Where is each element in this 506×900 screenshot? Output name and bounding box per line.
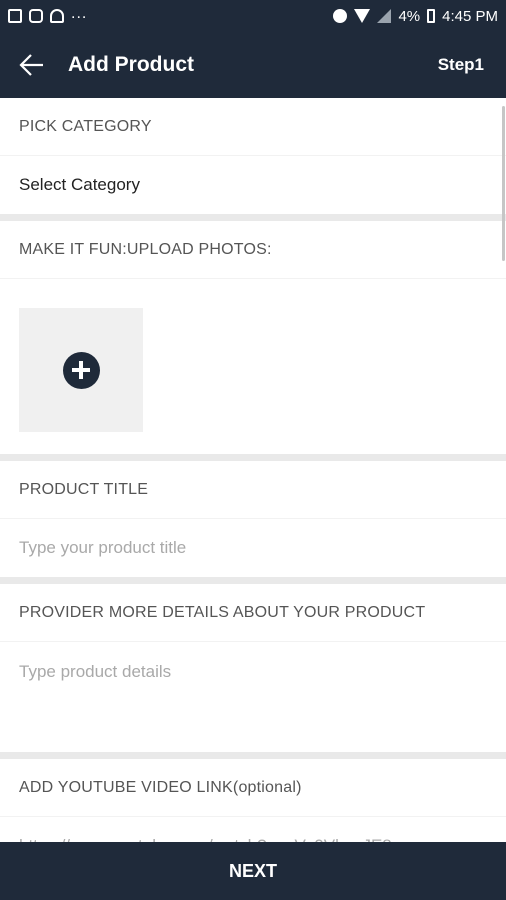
next-button[interactable]: NEXT <box>0 842 506 900</box>
page-title: Add Product <box>68 53 194 76</box>
section-divider <box>0 454 506 461</box>
details-section: PROVIDER MORE DETAILS ABOUT YOUR PRODUCT… <box>0 584 506 752</box>
photos-header: MAKE IT FUN:UPLOAD PHOTOS: <box>0 221 506 279</box>
battery-icon <box>427 9 436 23</box>
wifi-icon <box>354 9 371 23</box>
mail-icon <box>50 9 64 23</box>
category-select[interactable]: Select Category <box>0 156 506 214</box>
category-header: PICK CATEGORY <box>0 98 506 156</box>
photo-upload-area <box>0 279 506 454</box>
alarm-icon <box>333 9 348 23</box>
status-bar-left: ... <box>8 5 87 23</box>
form-scroll-area[interactable]: PICK CATEGORY Select Category MAKE IT FU… <box>0 98 506 842</box>
scrollbar[interactable] <box>502 106 505 261</box>
section-divider <box>0 214 506 221</box>
youtube-header: ADD YOUTUBE VIDEO LINK(optional) <box>0 759 506 817</box>
back-button[interactable] <box>0 32 62 98</box>
photos-section: MAKE IT FUN:UPLOAD PHOTOS: <box>0 221 506 454</box>
battery-percent: 4% <box>398 7 421 25</box>
status-bar: ... 4% 4:45 PM <box>0 0 506 32</box>
add-photo-button[interactable] <box>19 308 143 432</box>
step-indicator: Step1 <box>437 55 484 74</box>
product-details-input[interactable]: Type product details <box>0 642 506 752</box>
plus-circle-icon <box>62 351 100 389</box>
section-divider <box>0 577 506 584</box>
details-header: PROVIDER MORE DETAILS ABOUT YOUR PRODUCT <box>0 584 506 642</box>
status-bar-right: 4% 4:45 PM <box>333 8 498 25</box>
category-section: PICK CATEGORY Select Category <box>0 98 506 214</box>
signal-icon <box>377 9 392 23</box>
instagram-icon <box>29 9 43 23</box>
app-bar: Add Product Step1 <box>0 32 506 98</box>
title-header: PRODUCT TITLE <box>0 461 506 519</box>
more-notifications-indicator: ... <box>71 5 88 22</box>
product-title-input[interactable]: Type your product title <box>0 519 506 577</box>
image-icon <box>8 9 22 23</box>
status-time: 4:45 PM <box>442 7 498 25</box>
arrow-left-icon <box>19 54 43 76</box>
section-divider <box>0 752 506 759</box>
youtube-section: ADD YOUTUBE VIDEO LINK(optional) https:/… <box>0 759 506 842</box>
title-section: PRODUCT TITLE Type your product title <box>0 461 506 577</box>
youtube-link-input[interactable]: https://www.youtube.com/watch?v=nVx0Vlm_… <box>0 817 506 842</box>
